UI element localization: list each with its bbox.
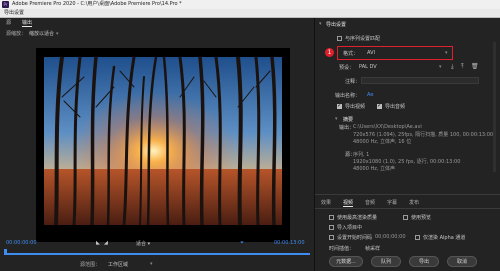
source-range-value[interactable]: 工作区域 — [108, 261, 128, 268]
timecode-in[interactable]: 00:00:00:00 — [6, 240, 37, 246]
dialog-title: 导出设置 — [4, 10, 25, 16]
preset-label: 预设： — [339, 65, 355, 71]
output-name-link[interactable]: Ae — [367, 92, 373, 98]
forest-sunset-image — [44, 57, 282, 225]
use-previews-checkbox[interactable] — [403, 215, 408, 220]
comments-label: 注释： — [345, 79, 361, 85]
preview-image — [44, 57, 282, 225]
render-alpha-checkbox[interactable] — [415, 235, 420, 240]
callout-badge: 1 — [325, 48, 334, 57]
divider — [315, 208, 500, 209]
summary-source-line: 48000 Hz, 立体声 — [353, 166, 396, 172]
queue-button[interactable]: 队列 — [371, 256, 401, 267]
import-preset-icon[interactable]: ⤒ — [461, 63, 464, 71]
scrub-bar[interactable] — [4, 253, 310, 255]
scrollbar[interactable] — [493, 42, 496, 172]
tab-publish[interactable]: 发布 — [409, 199, 419, 206]
add-marker-icon[interactable]: ⏷ — [240, 240, 244, 246]
source-scaling-value[interactable]: 缩放以适合 — [29, 31, 54, 37]
preset-value[interactable]: PAL DV — [359, 64, 377, 70]
import-into-project-checkbox[interactable] — [329, 225, 334, 230]
format-label: 格式： — [343, 51, 359, 57]
chevron-down-icon[interactable]: ▾ — [445, 50, 448, 56]
tab-audio[interactable]: 音频 — [365, 199, 375, 206]
use-previews-label: 使用预览 — [411, 215, 432, 221]
export-button[interactable]: 导出 — [409, 256, 439, 267]
window-title: Adobe Premiere Pro 2020 - C:\用户\桌面\Adobe… — [12, 1, 182, 7]
tab-video[interactable]: 视频 — [343, 199, 354, 207]
output-name-label: 输出名称： — [335, 93, 361, 99]
delete-preset-icon[interactable]: 🗑 — [471, 63, 479, 70]
start-timecode-label: 设置开始时间码 — [337, 235, 373, 241]
dialog-titlebar: 导出设置 — [0, 9, 500, 18]
max-render-quality-checkbox[interactable] — [329, 215, 334, 220]
match-sequence-checkbox[interactable] — [337, 36, 342, 41]
window-titlebar: Pr Adobe Premiere Pro 2020 - C:\用户\桌面\Ad… — [0, 0, 500, 9]
chevron-down-icon[interactable]: ▾ — [439, 64, 442, 70]
summary-output-line: 48000 Hz, 立体声, 16 位 — [353, 139, 412, 145]
start-timecode-value[interactable]: 00;00;00;00 — [375, 234, 406, 240]
summary-output-line: C:\Users\XX\Desktop\Ae.avi — [353, 124, 422, 130]
summary-output-line: 720x576 (1.094), 25fps, 隔行扫描, 质量 100, 00… — [353, 132, 494, 138]
mark-in-icon[interactable]: ◣ — [96, 240, 100, 246]
divider — [315, 194, 500, 195]
max-render-quality-label: 使用最高渲染质量 — [337, 215, 378, 221]
time-interpolation-value[interactable]: 帧采样 — [365, 245, 380, 252]
export-settings-window: Pr Adobe Premiere Pro 2020 - C:\用户\桌面\Ad… — [0, 0, 500, 271]
section-title: 导出设置 — [326, 22, 347, 28]
summary-source-line: 序列, 1 — [353, 152, 370, 158]
collapse-triangle-icon[interactable]: ▾ — [335, 116, 338, 122]
export-settings-panel: ▾ 导出设置 与序列设置匹配 1 格式： AVI ▾ 预设： PAL DV ▾ … — [314, 18, 500, 271]
format-value[interactable]: AVI — [367, 50, 375, 56]
start-timecode-checkbox[interactable] — [329, 235, 334, 240]
export-audio-label: 导出音频 — [385, 104, 406, 110]
premiere-app-icon: Pr — [2, 1, 9, 8]
metadata-button[interactable]: 元数据... — [329, 256, 363, 267]
fit-label: 适合 — [136, 241, 147, 247]
comments-input[interactable] — [361, 77, 479, 84]
mark-out-icon[interactable]: ◢ — [104, 240, 108, 246]
source-scaling[interactable]: 源缩放： 缩放以适合 ▾ — [6, 30, 59, 37]
tab-captions[interactable]: 字幕 — [387, 199, 397, 206]
fit-dropdown[interactable]: 适合 ▾ — [136, 240, 150, 247]
summary-output-label: 输出： — [339, 125, 355, 131]
chevron-down-icon[interactable]: ▾ — [150, 261, 153, 267]
export-audio-checkbox[interactable] — [377, 102, 382, 109]
save-preset-icon[interactable]: ⤓ — [451, 63, 454, 71]
time-interpolation-label: 时间插值： — [329, 246, 355, 252]
preview-panel: 源 输出 源缩放： 缩放以适合 ▾ 00:00:00:00 ◣ ◢ 适合 ▾ ⏷… — [0, 18, 314, 271]
tab-output[interactable]: 输出 — [22, 19, 33, 27]
cancel-button[interactable]: 取消 — [447, 256, 477, 267]
playhead[interactable] — [4, 249, 7, 255]
import-into-project-label: 导入项目中 — [337, 225, 363, 231]
export-video-checkbox[interactable] — [337, 102, 342, 109]
collapse-triangle-icon[interactable]: ▾ — [319, 21, 322, 27]
preview-tabs: 源 输出 — [0, 18, 314, 28]
summary-source-line: 1920x1080 (1.0), 25 fps, 逐行, 00:00:13:00 — [353, 159, 461, 165]
timeline-controls: 00:00:00:00 ◣ ◢ 适合 ▾ ⏷ 00:00:13:00 — [0, 238, 314, 258]
source-scaling-label: 源缩放： — [6, 31, 27, 37]
source-range-label: 源范围： — [80, 262, 101, 268]
export-video-label: 导出视频 — [345, 104, 366, 110]
tab-effects[interactable]: 效果 — [321, 199, 331, 206]
source-range[interactable]: 源范围： 工作区域 ▾ — [0, 261, 314, 271]
summary-title: 摘要 — [343, 117, 354, 123]
tab-source[interactable]: 源 — [6, 19, 11, 26]
match-sequence-label: 与序列设置匹配 — [345, 36, 381, 42]
chevron-down-icon[interactable]: ▾ — [56, 31, 59, 37]
timecode-out[interactable]: 00:00:13:00 — [274, 240, 305, 246]
render-alpha-label: 仅渲染 Alpha 通道 — [423, 235, 466, 241]
